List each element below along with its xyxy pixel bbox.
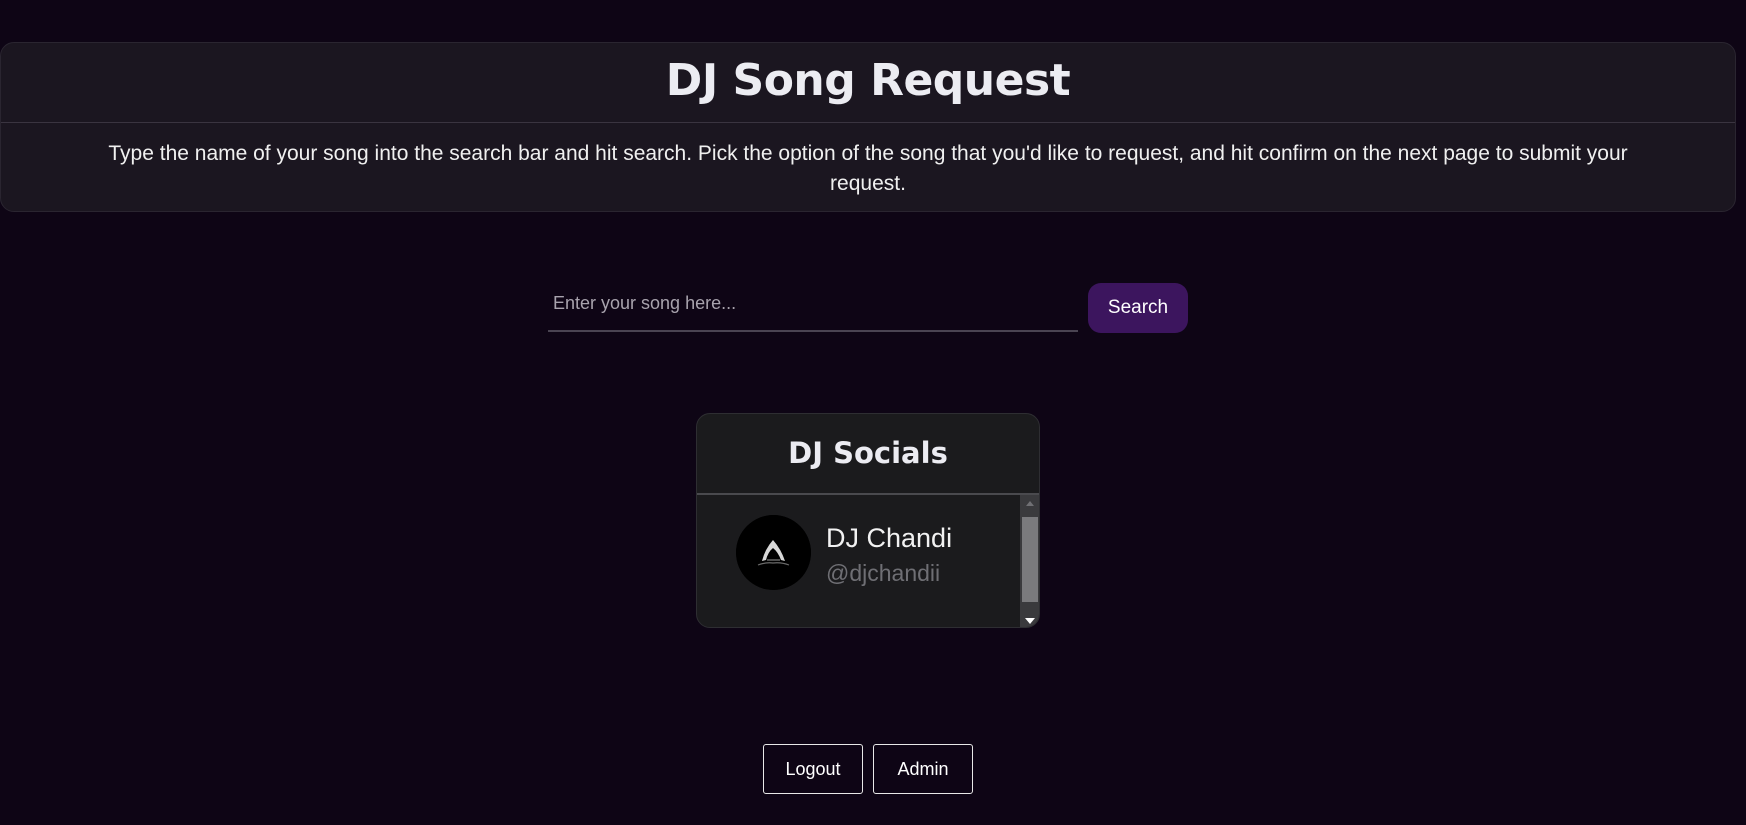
song-search-input[interactable]: [548, 284, 1078, 332]
scroll-up-arrow-icon[interactable]: [1020, 495, 1039, 511]
dj-socials-card: DJ Socials DJ Chandi @djchandii: [696, 413, 1040, 628]
search-button[interactable]: Search: [1088, 283, 1188, 333]
socials-divider: [697, 493, 1039, 495]
socials-title: DJ Socials: [788, 436, 948, 470]
scroll-down-arrow-icon[interactable]: [1020, 613, 1039, 627]
socials-scrollbar[interactable]: [1020, 495, 1039, 627]
hooded-figure-icon: [736, 515, 811, 590]
logout-button[interactable]: Logout: [763, 744, 863, 794]
social-handle: @djchandii: [826, 560, 941, 586]
page-title: DJ Song Request: [665, 55, 1071, 106]
instructions-text: Type the name of your song into the sear…: [108, 142, 1628, 195]
page-header: DJ Song Request Type the name of your so…: [0, 42, 1736, 212]
social-name: DJ Chandi: [826, 523, 953, 553]
header-divider: [1, 122, 1735, 123]
scroll-thumb[interactable]: [1022, 517, 1038, 602]
admin-button[interactable]: Admin: [873, 744, 973, 794]
